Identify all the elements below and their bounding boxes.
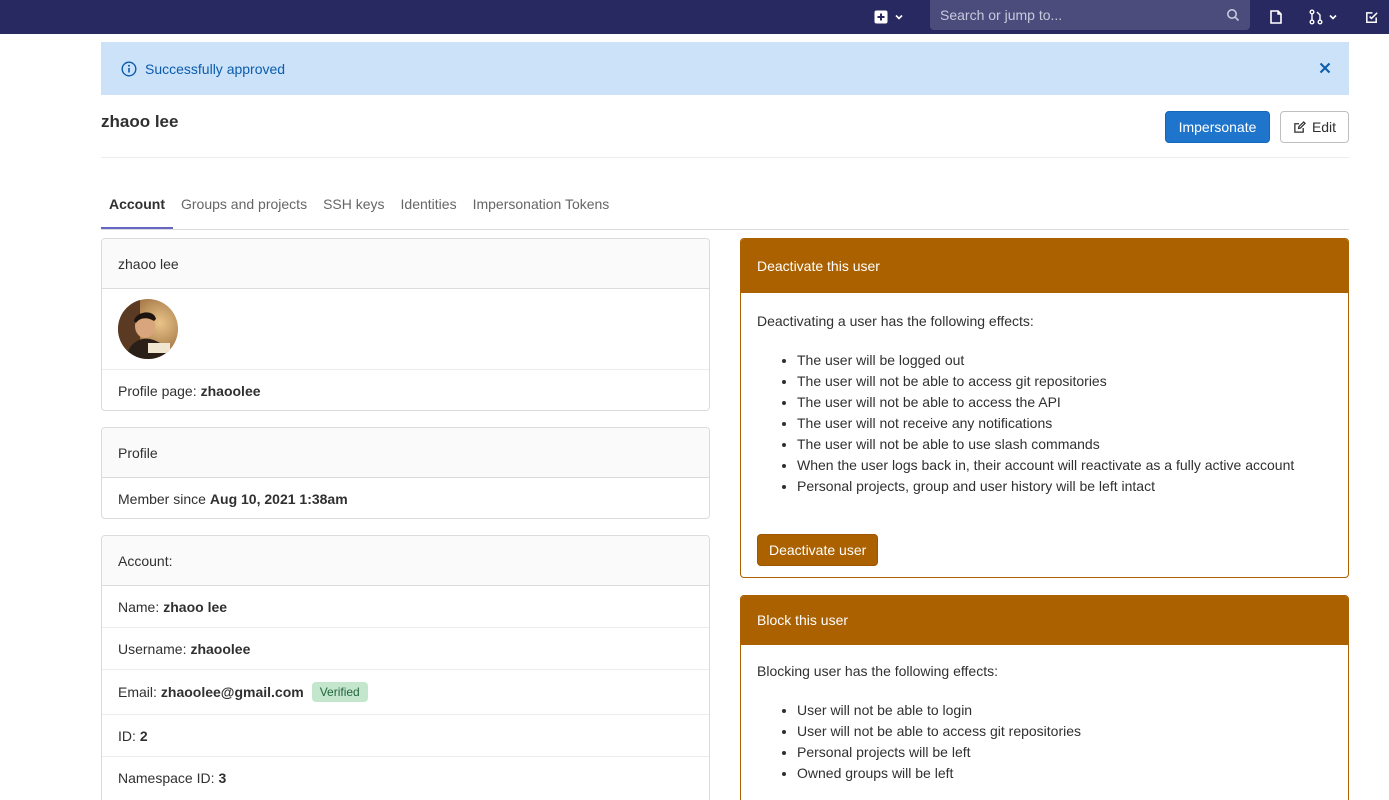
account-card: Account: Name: zhaoo lee Username: zhaoo… — [101, 535, 710, 800]
deactivate-card-title: Deactivate this user — [741, 239, 1348, 293]
deactivate-user-button[interactable]: Deactivate user — [757, 534, 879, 566]
avatar-row — [102, 289, 709, 370]
email-row: Email: zhaoolee@gmail.com Verified — [102, 670, 709, 715]
tab-identities[interactable]: Identities — [393, 186, 465, 229]
search-icon — [1227, 9, 1240, 22]
block-user-card: Block this user Blocking user has the fo… — [740, 595, 1349, 800]
issues-button[interactable] — [1265, 6, 1287, 28]
namespace-id-row: Namespace ID: 3 — [102, 757, 709, 799]
user-card: zhaoo lee Profile page: zhaoolee — [101, 238, 710, 411]
top-navbar — [0, 0, 1389, 34]
profile-page-row: Profile page: zhaoolee — [102, 370, 709, 410]
tab-groups-and-projects[interactable]: Groups and projects — [173, 186, 315, 229]
namespace-id-label: Namespace ID: — [118, 770, 215, 786]
list-item: Owned groups will be left — [797, 763, 1332, 784]
success-alert: Successfully approved — [101, 42, 1349, 95]
profile-card: Profile Member since Aug 10, 2021 1:38am — [101, 427, 710, 519]
chevron-down-icon — [895, 14, 903, 20]
list-item: Personal projects, group and user histor… — [797, 476, 1332, 497]
list-item: When the user logs back in, their accoun… — [797, 455, 1332, 476]
search-input[interactable] — [940, 7, 1226, 23]
verified-badge: Verified — [311, 682, 368, 702]
close-icon[interactable] — [1317, 60, 1333, 76]
member-since-value: Aug 10, 2021 1:38am — [209, 490, 348, 507]
tab-ssh-keys[interactable]: SSH keys — [315, 186, 392, 229]
block-effects-list: User will not be able to login User will… — [797, 700, 1332, 784]
deactivate-effects-list: The user will be logged out The user wil… — [797, 350, 1332, 497]
header-divider — [101, 157, 1349, 158]
edit-label: Edit — [1311, 119, 1337, 135]
deactivate-intro: Deactivating a user has the following ef… — [757, 313, 1034, 329]
id-row: ID: 2 — [102, 715, 709, 757]
info-icon — [121, 60, 137, 77]
name-value: zhaoo lee — [163, 598, 228, 615]
list-item: The user will not be able to access git … — [797, 371, 1332, 392]
avatar — [118, 299, 178, 359]
page-title: zhaoo lee — [101, 112, 179, 131]
name-row: Name: zhaoo lee — [102, 586, 709, 628]
chevron-down-icon — [1329, 14, 1337, 20]
list-item: Personal projects will be left — [797, 742, 1332, 763]
impersonate-button[interactable]: Impersonate — [1165, 111, 1270, 143]
member-since-label: Member since — [118, 490, 206, 507]
new-menu-button[interactable] — [874, 6, 904, 28]
user-tabs: Account Groups and projects SSH keys Ide… — [101, 186, 1349, 230]
edit-icon — [1294, 120, 1306, 133]
list-item: The user will not receive any notificati… — [797, 413, 1332, 434]
member-since-row: Member since Aug 10, 2021 1:38am — [102, 478, 709, 518]
namespace-id-value: 3 — [218, 770, 227, 786]
profile-page-link[interactable]: zhaoolee — [201, 383, 261, 399]
search-box[interactable] — [930, 0, 1250, 30]
tab-account[interactable]: Account — [101, 186, 173, 229]
id-value: 2 — [139, 727, 148, 744]
username-row: Username: zhaoolee — [102, 628, 709, 670]
profile-card-title: Profile — [102, 428, 709, 478]
email-label: Email: — [118, 684, 157, 700]
name-label: Name: — [118, 598, 160, 615]
account-card-title: Account: — [102, 536, 709, 586]
block-intro: Blocking user has the following effects: — [757, 663, 998, 679]
list-item: User will not be able to login — [797, 700, 1332, 721]
profile-page-label: Profile page: — [118, 382, 197, 399]
alert-message: Successfully approved — [145, 60, 286, 77]
merge-requests-button[interactable] — [1304, 6, 1342, 28]
plus-square-icon — [874, 10, 888, 24]
username-label: Username: — [118, 640, 187, 657]
todos-button[interactable] — [1360, 6, 1382, 28]
edit-button[interactable]: Edit — [1280, 111, 1349, 143]
id-label: ID: — [118, 727, 136, 744]
list-item: User will not be able to access git repo… — [797, 721, 1332, 742]
username-value: zhaoolee — [190, 640, 251, 657]
todo-icon — [1365, 11, 1378, 23]
merge-request-icon — [1309, 9, 1323, 25]
list-item: The user will not be able to access the … — [797, 392, 1332, 413]
user-card-name: zhaoo lee — [102, 239, 709, 289]
tab-impersonation-tokens[interactable]: Impersonation Tokens — [465, 186, 618, 229]
list-item: The user will not be able to use slash c… — [797, 434, 1332, 455]
deactivate-user-card: Deactivate this user Deactivating a user… — [740, 238, 1349, 578]
list-item: The user will be logged out — [797, 350, 1332, 371]
issues-icon — [1270, 10, 1282, 24]
block-card-title: Block this user — [741, 596, 1348, 645]
email-value[interactable]: zhaoolee@gmail.com — [161, 684, 304, 700]
